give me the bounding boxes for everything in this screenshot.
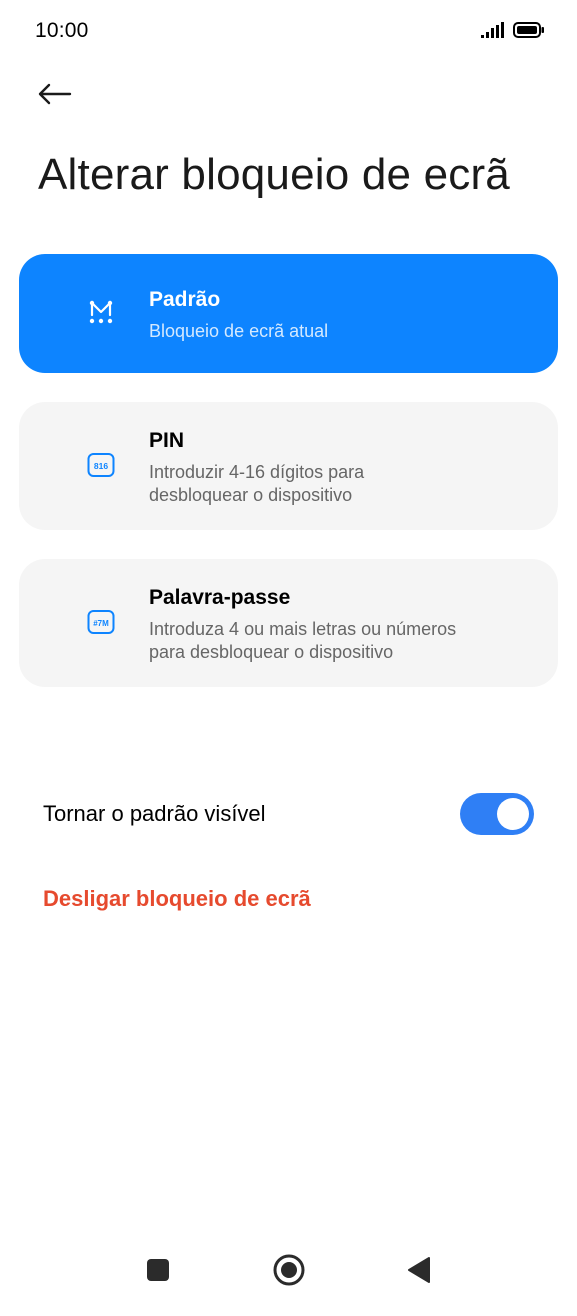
disable-lock-button[interactable]: Desligar bloqueio de ecrã	[43, 886, 311, 912]
recent-apps-button[interactable]	[140, 1254, 176, 1290]
option-password-description-line2: para desbloquear o dispositivo	[149, 642, 394, 662]
pattern-icon	[87, 298, 115, 326]
option-password-description: Introduza 4 ou mais letras ou números pa…	[149, 618, 528, 664]
home-icon	[271, 1252, 307, 1293]
password-icon: #7M	[87, 609, 115, 637]
status-time: 10:00	[35, 19, 89, 42]
nav-back-button[interactable]	[400, 1254, 436, 1290]
pin-icon: 816	[87, 452, 115, 480]
visible-pattern-row[interactable]: Tornar o padrão visível	[0, 788, 577, 840]
visible-pattern-toggle[interactable]	[460, 793, 534, 835]
signal-icon	[481, 21, 507, 43]
option-pattern-text: Padrão Bloqueio de ecrã atual	[149, 287, 528, 343]
option-pattern[interactable]: Padrão Bloqueio de ecrã atual	[19, 254, 558, 373]
page-title: Alterar bloqueio de ecrã	[38, 150, 510, 199]
navigation-bar	[0, 1236, 577, 1306]
password-icon-text: #7M	[93, 619, 109, 628]
option-password[interactable]: #7M Palavra-passe Introduza 4 ou mais le…	[19, 559, 558, 687]
option-pin-description-line2: desbloquear o dispositivo	[149, 485, 353, 505]
option-password-title: Palavra-passe	[149, 586, 291, 609]
status-icons	[481, 21, 545, 43]
option-pin-description-line1: Introduzir 4-16 dígitos para	[149, 462, 365, 482]
option-pattern-description: Bloqueio de ecrã atual	[149, 321, 329, 341]
option-pin-description: Introduzir 4-16 dígitos para desbloquear…	[149, 461, 528, 507]
back-icon	[405, 1256, 431, 1289]
toggle-knob	[497, 798, 529, 830]
option-pattern-title: Padrão	[149, 288, 221, 311]
visible-pattern-label: Tornar o padrão visível	[43, 801, 266, 826]
option-password-description-line1: Introduza 4 ou mais letras ou números	[149, 619, 457, 639]
status-bar: 10:00	[0, 0, 577, 64]
back-arrow-icon	[36, 82, 72, 111]
recent-apps-icon	[146, 1258, 170, 1287]
battery-icon	[513, 21, 545, 43]
option-pin-text: PIN Introduzir 4-16 dígitos para desbloq…	[149, 428, 528, 507]
home-button[interactable]	[271, 1254, 307, 1290]
option-password-text: Palavra-passe Introduza 4 ou mais letras…	[149, 585, 528, 664]
back-button[interactable]	[36, 76, 80, 116]
option-pin-title: PIN	[149, 429, 185, 452]
option-pin[interactable]: 816 PIN Introduzir 4-16 dígitos para des…	[19, 402, 558, 530]
pin-icon-text: 816	[94, 461, 108, 471]
